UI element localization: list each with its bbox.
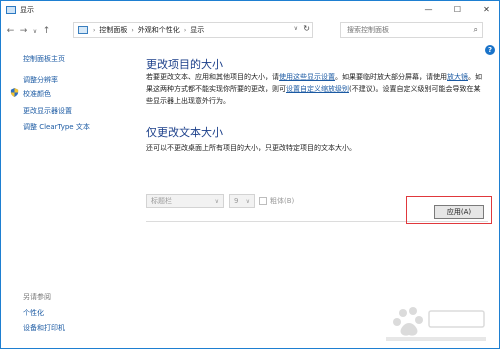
breadcrumb-control-panel[interactable]: 控制面板: [99, 25, 127, 35]
sidebar-item-home[interactable]: 控制面板主页: [23, 54, 65, 64]
title-bar: 显示 — ☐ ✕: [1, 1, 499, 18]
magnifier-link[interactable]: 放大镜: [447, 73, 468, 81]
chevron-right-icon: ›: [131, 26, 134, 34]
chevron-right-icon: ›: [183, 26, 187, 34]
chevron-right-icon: ›: [93, 26, 96, 34]
minimize-button[interactable]: —: [414, 1, 443, 18]
para-text: 若要更改文本、应用和其他项目的大小，请: [146, 73, 279, 81]
navigation-bar: ← → ∨ ↑ › 控制面板 › 外观和个性化 › 显示 ∨ ↻ ⌕: [1, 20, 499, 42]
baidu-watermark-logo: [386, 307, 486, 341]
search-icon[interactable]: ⌕: [474, 25, 478, 35]
help-icon[interactable]: ?: [485, 45, 495, 55]
window-title: 显示: [20, 5, 34, 14]
element-select[interactable]: 标题栏 ∨: [146, 194, 224, 208]
sidebar-item-cleartype[interactable]: 调整 ClearType 文本: [23, 122, 90, 132]
see-also-devices-printers[interactable]: 设备和打印机: [23, 323, 65, 333]
search-box[interactable]: ⌕: [340, 22, 483, 38]
para-text: 。如果要临时放大部分屏幕，请使用: [335, 73, 447, 81]
see-also-heading: 另请参阅: [23, 293, 51, 301]
apply-button[interactable]: 应用(A): [434, 205, 484, 219]
sidebar-item-calibrate-color[interactable]: 校准颜色: [23, 89, 51, 99]
element-select-value: 标题栏: [151, 197, 172, 205]
back-arrow-icon[interactable]: ←: [4, 24, 17, 38]
chevron-down-icon: ∨: [214, 198, 219, 205]
display-window: 显示 — ☐ ✕ ← → ∨ ↑ › 控制面板 › 外观和个性化 › 显示 ∨ …: [0, 0, 500, 349]
heading-change-size: 更改项目的大小: [146, 58, 223, 71]
sidebar: 控制面板主页 调整分辨率 校准颜色 更改显示器设置 调整 ClearType 文…: [1, 43, 127, 348]
window-controls: — ☐ ✕: [414, 1, 499, 18]
shield-icon: [10, 88, 19, 97]
search-input[interactable]: [341, 26, 461, 34]
text-size-description: 还可以不更改桌面上所有项目的大小，只更改特定项目的文本大小。: [146, 144, 356, 152]
bold-label: 粗体(B): [270, 197, 295, 205]
checkbox-box[interactable]: [259, 197, 267, 205]
sidebar-item-display-settings[interactable]: 更改显示器设置: [23, 106, 72, 116]
refresh-icon[interactable]: ↻: [303, 24, 310, 33]
maximize-button[interactable]: ☐: [443, 1, 472, 18]
display-app-icon: [6, 5, 16, 14]
breadcrumb-appearance[interactable]: 外观和个性化: [138, 25, 180, 35]
chevron-down-icon: ∨: [245, 198, 250, 205]
address-bar[interactable]: › 控制面板 › 外观和个性化 › 显示 ∨ ↻: [73, 22, 313, 38]
forward-arrow-icon[interactable]: →: [17, 24, 30, 38]
up-arrow-icon[interactable]: ↑: [40, 24, 53, 38]
sidebar-item-resolution[interactable]: 调整分辨率: [23, 75, 58, 85]
heading-text-size: 仅更改文本大小: [146, 126, 223, 139]
breadcrumb-display[interactable]: 显示: [190, 25, 204, 35]
recent-locations-icon[interactable]: ∨: [30, 24, 40, 38]
chevron-down-icon[interactable]: ∨: [294, 25, 298, 32]
change-size-description: 若要更改文本、应用和其他项目的大小，请使用这些显示设置。如果要临时放大部分屏幕，…: [146, 71, 486, 107]
custom-scaling-link[interactable]: 设置自定义缩放级别: [286, 85, 349, 93]
display-settings-link[interactable]: 使用这些显示设置: [279, 73, 335, 81]
size-select[interactable]: 9 ∨: [229, 194, 255, 208]
close-button[interactable]: ✕: [472, 1, 499, 18]
size-select-value: 9: [234, 197, 239, 205]
see-also-personalization[interactable]: 个性化: [23, 308, 44, 318]
bold-checkbox[interactable]: 粗体(B): [259, 196, 294, 206]
control-panel-icon: [78, 26, 88, 34]
